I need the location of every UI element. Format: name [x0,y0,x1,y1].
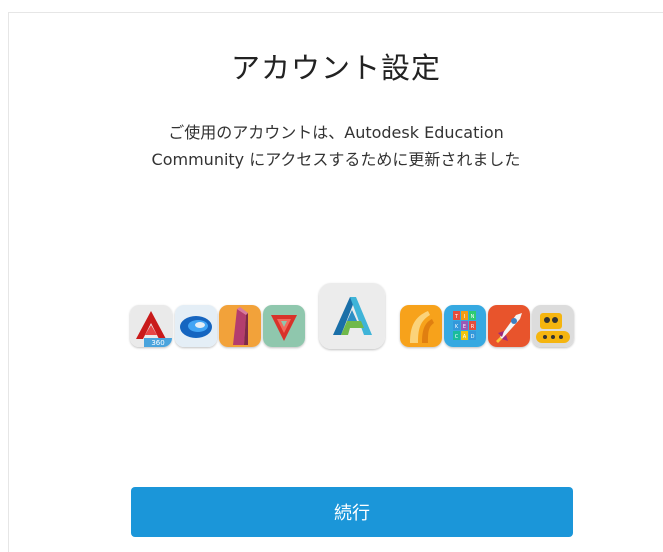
robot-app-icon [532,305,574,347]
tinkercad-letter-3: N [471,314,475,320]
tinkercad-letter-5: E [463,324,466,330]
tinkercad-letter-8: A [463,334,467,340]
message-line-1: ご使用のアカウントは、Autodesk Education [168,123,504,142]
tinkercad-app-icon: T I N K E R C A D [444,305,486,347]
page-title: アカウント設定 [230,51,441,85]
autodesk-swirl-app-icon [175,305,217,347]
sketchbook-app-icon [400,305,442,347]
autodesk-a-logo-icon [319,283,385,349]
123d-make-app-icon [263,305,305,347]
tinkercad-letter-6: R [471,324,475,330]
account-updated-message: ご使用のアカウントは、Autodesk Education Community … [9,119,663,173]
tinkercad-letter-2: I [464,314,465,320]
formit-app-icon [219,305,261,347]
continue-button[interactable]: 続行 [131,487,573,537]
tinkercad-letter-9: D [471,334,475,340]
rocket-app-icon [488,305,530,347]
autocad-360-icon: 360 [130,305,172,347]
app-icons-row: 360 T I N K E R C A D [9,283,663,349]
account-settings-card: アカウント設定 ご使用のアカウントは、Autodesk Education Co… [8,12,663,552]
tinkercad-letter-7: C [455,334,459,340]
message-line-2: Community にアクセスするために更新されました [151,150,521,169]
autocad-360-label: 360 [151,339,164,347]
